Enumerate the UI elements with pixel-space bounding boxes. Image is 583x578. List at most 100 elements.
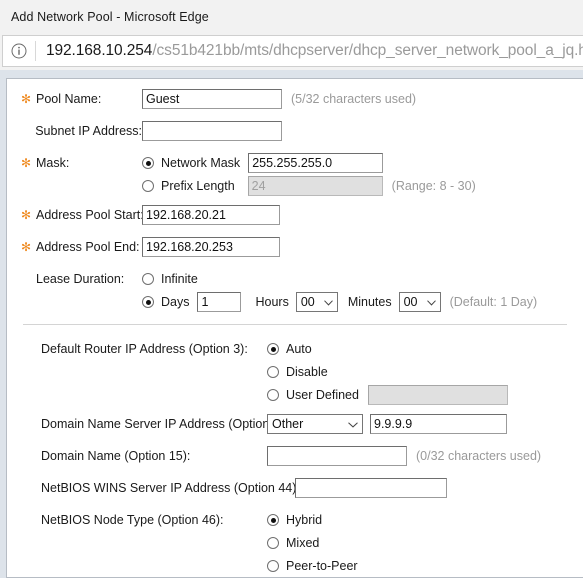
- lease-duration-label: Lease Duration:: [36, 272, 125, 286]
- page-background-gap: [0, 70, 583, 78]
- pool-start-label-group: ✻ Address Pool Start:: [7, 205, 144, 225]
- node-type-options: Hybrid Mixed Peer-to-Peer Broadcast: [267, 510, 358, 577]
- radio-lease-days[interactable]: [142, 296, 154, 308]
- wins-server-label: NetBIOS WINS Server IP Address (Option 4…: [41, 481, 300, 495]
- radio-prefix-length[interactable]: [142, 180, 154, 192]
- prefix-length-input: [247, 176, 383, 196]
- field-row-default-router: Default Router IP Address (Option 3): Au…: [7, 339, 583, 405]
- subnet-ip-label: Subnet IP Address:: [35, 124, 142, 138]
- lease-minutes-select[interactable]: 00: [398, 292, 441, 312]
- mask-options: Network Mask Prefix Length (Range: 8 - 3…: [142, 153, 476, 196]
- radio-router-auto[interactable]: [267, 343, 279, 355]
- pool-end-input[interactable]: [142, 237, 280, 257]
- radio-router-disable[interactable]: [267, 366, 279, 378]
- mask-label-group: ✻ Mask:: [7, 153, 142, 173]
- mask-label: Mask:: [36, 156, 70, 170]
- lease-minutes-value: 00: [403, 295, 418, 309]
- prefix-length-range-hint: (Range: 8 - 30): [391, 179, 476, 193]
- field-row-subnet-ip: Subnet IP Address:: [7, 121, 583, 144]
- required-asterisk-icon: ✻: [21, 240, 32, 254]
- field-row-pool-name: ✻ Pool Name: (5/32 characters used): [7, 89, 583, 112]
- radio-lease-infinite[interactable]: [142, 273, 154, 285]
- router-disable-label: Disable: [286, 365, 328, 379]
- address-bar[interactable]: 192.168.10.254/cs51b421bb/mts/dhcpserver…: [2, 35, 583, 67]
- router-user-defined-input: [367, 385, 508, 405]
- default-router-auto-row: Auto: [267, 339, 508, 359]
- field-row-domain-name: Domain Name (Option 15): (0/32 character…: [7, 446, 583, 469]
- lease-infinite-row: Infinite: [142, 269, 537, 289]
- lease-default-hint: (Default: 1 Day): [449, 295, 538, 309]
- chevron-down-icon: [426, 295, 436, 309]
- url-host: 192.168.10.254: [45, 42, 153, 59]
- radio-network-mask[interactable]: [142, 157, 154, 169]
- field-row-pool-start: ✻ Address Pool Start:: [7, 205, 583, 228]
- dns-server-select-value: Other: [272, 417, 304, 431]
- node-type-mixed-row: Mixed: [267, 533, 358, 553]
- pool-name-label: Pool Name:: [36, 92, 102, 106]
- dns-server-label: Domain Name Server IP Address (Option 6)…: [41, 417, 288, 431]
- pool-start-input[interactable]: [142, 205, 280, 225]
- pool-end-label: Address Pool End:: [36, 240, 140, 254]
- domain-name-input[interactable]: [267, 446, 407, 466]
- node-mixed-label: Mixed: [286, 536, 320, 550]
- node-type-label: NetBIOS Node Type (Option 46):: [41, 513, 224, 527]
- default-router-userdefined-row: User Defined: [267, 385, 508, 405]
- required-asterisk-icon: ✻: [21, 156, 32, 170]
- lease-infinite-label: Infinite: [161, 272, 198, 286]
- default-router-disable-row: Disable: [267, 362, 508, 382]
- field-row-node-type: NetBIOS Node Type (Option 46): Hybrid Mi…: [7, 510, 583, 577]
- dns-server-input[interactable]: [370, 414, 507, 434]
- lease-hours-value: 00: [300, 295, 315, 309]
- default-router-options: Auto Disable User Defined: [267, 339, 508, 405]
- url-path: /cs51b421bb/mts/dhcpserver/dhcp_server_n…: [152, 42, 583, 59]
- field-row-wins-server: NetBIOS WINS Server IP Address (Option 4…: [7, 478, 583, 501]
- pool-start-label: Address Pool Start:: [36, 208, 144, 222]
- mask-network-mask-row: Network Mask: [142, 153, 476, 173]
- node-hybrid-label: Hybrid: [286, 513, 323, 527]
- lease-minutes-label: Minutes: [347, 295, 392, 309]
- lease-duration-label-group: Lease Duration:: [7, 269, 142, 289]
- lease-hours-label: Hours: [255, 295, 289, 309]
- radio-router-user-defined[interactable]: [267, 389, 279, 401]
- network-mask-input[interactable]: [248, 153, 384, 173]
- prefix-length-label: Prefix Length: [161, 179, 235, 193]
- wins-server-input[interactable]: [295, 478, 447, 498]
- radio-node-peer-to-peer[interactable]: [267, 560, 279, 572]
- pool-name-input[interactable]: [142, 89, 282, 109]
- info-circle-icon[interactable]: [3, 43, 35, 59]
- node-peer-to-peer-label: Peer-to-Peer: [286, 559, 358, 573]
- dns-server-select[interactable]: Other: [267, 414, 363, 434]
- pool-name-label-group: ✻ Pool Name:: [7, 89, 142, 109]
- field-row-mask: ✻ Mask: Network Mask Prefix Length (Rang…: [7, 153, 583, 196]
- subnet-ip-input[interactable]: [142, 121, 282, 141]
- default-router-label: Default Router IP Address (Option 3):: [41, 342, 248, 356]
- window-titlebar: Add Network Pool - Microsoft Edge: [0, 0, 583, 34]
- lease-days-label: Days: [161, 295, 190, 309]
- pool-name-char-hint: (5/32 characters used): [291, 92, 417, 106]
- chevron-down-icon: [348, 417, 358, 431]
- subnet-ip-label-group: Subnet IP Address:: [7, 121, 142, 141]
- node-type-peer-row: Peer-to-Peer: [267, 556, 358, 576]
- chevron-down-icon: [323, 295, 333, 309]
- page-background: ✻ Pool Name: (5/32 characters used) Subn…: [0, 78, 583, 578]
- node-type-hybrid-row: Hybrid: [267, 510, 358, 530]
- field-row-dns-server: Domain Name Server IP Address (Option 6)…: [7, 414, 583, 437]
- router-auto-label: Auto: [286, 342, 312, 356]
- field-row-pool-end: ✻ Address Pool End:: [7, 237, 583, 260]
- lease-duration-options: Infinite Days Hours 00 Minutes: [142, 269, 537, 312]
- required-asterisk-icon: ✻: [21, 208, 32, 222]
- radio-node-mixed[interactable]: [267, 537, 279, 549]
- lease-days-input[interactable]: [197, 292, 242, 312]
- network-pool-form-panel: ✻ Pool Name: (5/32 characters used) Subn…: [6, 78, 583, 578]
- field-row-lease-duration: Lease Duration: Infinite Days Hours 00: [7, 269, 583, 312]
- pool-end-label-group: ✻ Address Pool End:: [7, 237, 142, 257]
- add-network-pool-form: ✻ Pool Name: (5/32 characters used) Subn…: [7, 89, 583, 577]
- required-asterisk-icon: ✻: [21, 92, 32, 106]
- lease-hours-select[interactable]: 00: [295, 292, 338, 312]
- mask-prefix-length-row: Prefix Length (Range: 8 - 30): [142, 176, 476, 196]
- network-mask-label: Network Mask: [161, 156, 241, 170]
- lease-days-row: Days Hours 00 Minutes 00: [142, 292, 537, 312]
- radio-node-hybrid[interactable]: [267, 514, 279, 526]
- section-divider: [23, 324, 567, 325]
- router-user-defined-label: User Defined: [286, 388, 359, 402]
